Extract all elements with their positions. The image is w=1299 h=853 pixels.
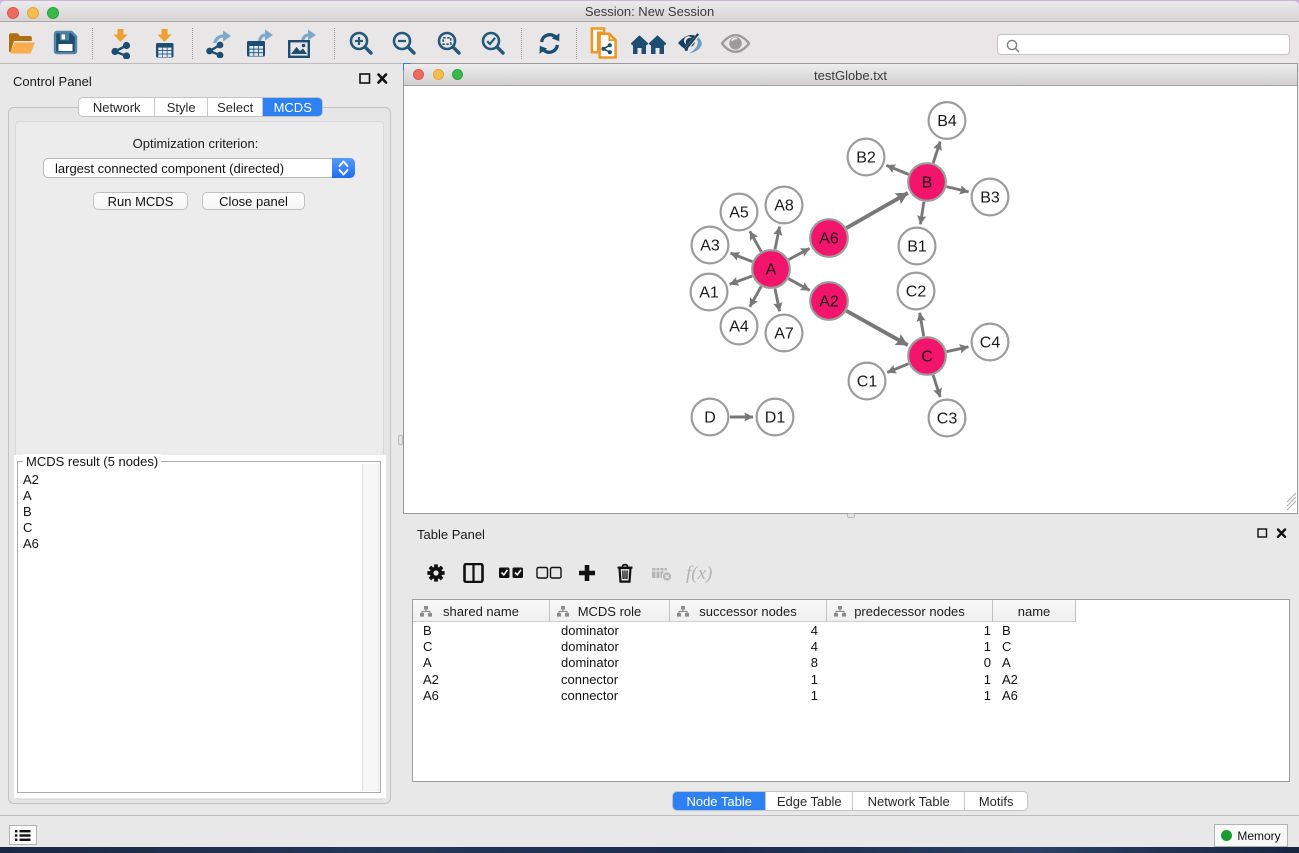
svg-text:B4: B4 — [937, 113, 957, 130]
svg-text:A: A — [766, 262, 777, 279]
svg-text:B2: B2 — [856, 150, 876, 167]
svg-text:B3: B3 — [980, 190, 1000, 207]
svg-text:A3: A3 — [700, 238, 720, 255]
svg-text:C2: C2 — [906, 284, 927, 301]
svg-text:B: B — [922, 175, 933, 192]
svg-text:C: C — [921, 349, 933, 366]
svg-text:A4: A4 — [729, 319, 749, 336]
svg-text:C1: C1 — [857, 374, 878, 391]
svg-text:A1: A1 — [699, 285, 719, 302]
svg-text:A5: A5 — [729, 205, 749, 222]
svg-text:B1: B1 — [907, 239, 927, 256]
svg-text:D1: D1 — [765, 410, 786, 427]
svg-text:f(x): f(x) — [686, 563, 712, 583]
svg-text:A8: A8 — [774, 198, 794, 215]
svg-text:A6: A6 — [819, 231, 839, 248]
svg-text:A2: A2 — [819, 294, 839, 311]
svg-text:D: D — [704, 410, 716, 427]
svg-text:A7: A7 — [774, 326, 794, 343]
svg-text:C4: C4 — [980, 335, 1001, 352]
svg-text:C3: C3 — [937, 411, 958, 428]
